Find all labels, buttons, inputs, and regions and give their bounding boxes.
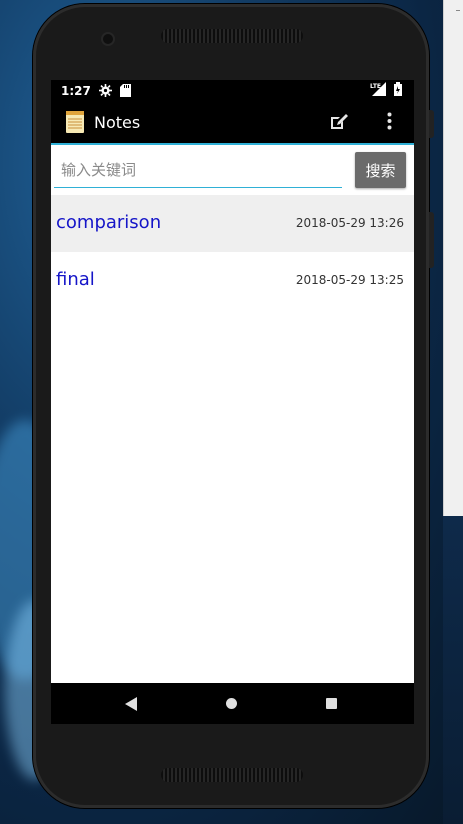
note-title: final — [56, 269, 95, 290]
note-date: 2018-05-29 13:26 — [295, 216, 404, 230]
search-input[interactable] — [54, 152, 342, 188]
recents-icon[interactable] — [326, 698, 337, 709]
desktop-background — [443, 516, 463, 824]
note-item[interactable]: final 2018-05-29 13:25 — [51, 252, 414, 309]
home-icon[interactable] — [226, 698, 237, 709]
navigation-bar — [51, 683, 414, 724]
volume-button — [429, 212, 434, 268]
overflow-menu-icon[interactable] — [387, 112, 392, 134]
battery-icon — [394, 82, 402, 99]
note-item[interactable]: comparison 2018-05-29 13:26 — [51, 195, 414, 252]
bottom-speaker-grille — [161, 768, 303, 782]
front-camera — [103, 34, 113, 44]
app-title: Notes — [94, 112, 141, 132]
note-title: comparison — [56, 212, 162, 233]
top-speaker-grille — [161, 29, 303, 43]
note-date: 2018-05-29 13:25 — [295, 273, 404, 287]
device-screen: 1:27 LTE Notes 输入关键词 搜索 comparison 2018-… — [51, 80, 414, 724]
search-button[interactable]: 搜索 — [355, 152, 406, 188]
compose-icon[interactable] — [331, 113, 349, 133]
status-time: 1:27 — [61, 83, 91, 98]
background-window-panel — [443, 0, 463, 517]
note-list: comparison 2018-05-29 13:26 final 2018-0… — [51, 195, 414, 309]
sd-card-icon — [119, 84, 131, 97]
gear-icon — [98, 84, 112, 97]
svg-text:LTE: LTE — [370, 83, 381, 90]
search-bar: 搜索 — [51, 145, 414, 193]
back-icon[interactable] — [125, 696, 137, 715]
action-bar: Notes — [51, 101, 414, 145]
status-bar: 1:27 LTE — [51, 80, 414, 101]
lte-signal-icon: LTE — [370, 82, 388, 99]
power-button — [429, 110, 434, 138]
notepad-icon — [66, 111, 84, 133]
